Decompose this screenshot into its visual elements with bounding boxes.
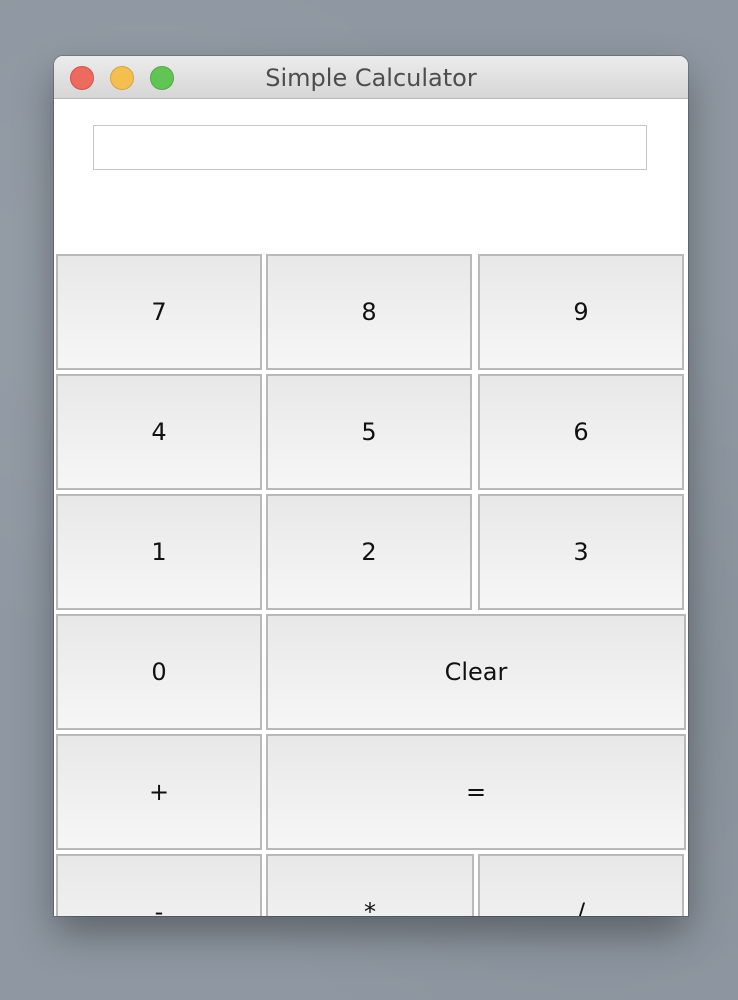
- digit-8-button[interactable]: 8: [266, 254, 472, 370]
- display-field[interactable]: [93, 125, 647, 170]
- minus-button[interactable]: -: [56, 854, 262, 916]
- digit-2-button[interactable]: 2: [266, 494, 472, 610]
- digit-0-button[interactable]: 0: [56, 614, 262, 730]
- title-bar[interactable]: Simple Calculator: [54, 56, 688, 99]
- digit-7-button[interactable]: 7: [56, 254, 262, 370]
- window-title: Simple Calculator: [265, 64, 477, 92]
- digit-4-button[interactable]: 4: [56, 374, 262, 490]
- equals-button[interactable]: =: [266, 734, 686, 850]
- multiply-button[interactable]: *: [266, 854, 474, 916]
- divide-button[interactable]: /: [478, 854, 684, 916]
- plus-button[interactable]: +: [56, 734, 262, 850]
- digit-5-button[interactable]: 5: [266, 374, 472, 490]
- clear-button[interactable]: Clear: [266, 614, 686, 730]
- digit-3-button[interactable]: 3: [478, 494, 684, 610]
- calculator-window: Simple Calculator 7 8 9 4 5 6 1 2 3 0 Cl…: [54, 56, 688, 916]
- digit-6-button[interactable]: 6: [478, 374, 684, 490]
- digit-9-button[interactable]: 9: [478, 254, 684, 370]
- calculator-body: 7 8 9 4 5 6 1 2 3 0 Clear + = - * /: [54, 99, 688, 916]
- digit-1-button[interactable]: 1: [56, 494, 262, 610]
